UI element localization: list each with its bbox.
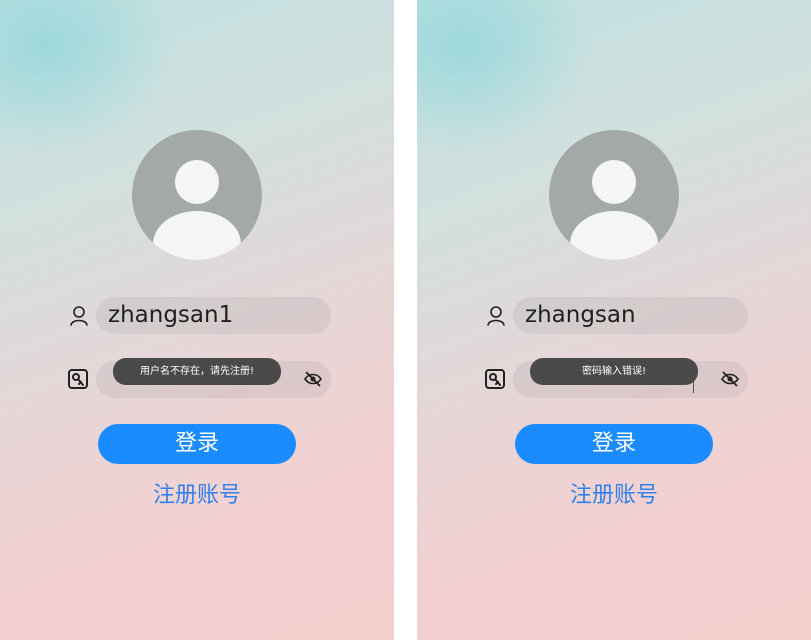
error-toast: 密码输入错误! <box>530 358 698 385</box>
username-input[interactable]: zhangsan1 <box>96 297 331 334</box>
username-value: zhangsan1 <box>108 302 234 328</box>
login-button[interactable]: 登录 <box>98 424 296 464</box>
avatar-placeholder-icon <box>153 160 241 260</box>
key-icon <box>68 369 88 389</box>
username-value: zhangsan <box>525 302 636 328</box>
avatar[interactable] <box>132 130 262 260</box>
login-button[interactable]: 登录 <box>515 424 713 464</box>
key-icon <box>485 369 505 389</box>
login-screen-password-error: zhangsan 密码输入错误! 登录 注册账号 <box>417 0 811 640</box>
avatar-placeholder-icon <box>570 160 658 260</box>
eye-off-icon[interactable] <box>720 370 740 388</box>
user-icon <box>487 306 505 326</box>
eye-off-icon[interactable] <box>303 370 323 388</box>
register-link[interactable]: 注册账号 <box>417 481 811 511</box>
login-screen-username-error: zhangsan1 用户名不存在，请先注册! 登录 注册账号 <box>0 0 394 640</box>
error-toast: 用户名不存在，请先注册! <box>113 358 281 385</box>
username-input[interactable]: zhangsan <box>513 297 748 334</box>
avatar[interactable] <box>549 130 679 260</box>
user-icon <box>70 306 88 326</box>
register-link[interactable]: 注册账号 <box>0 481 394 511</box>
